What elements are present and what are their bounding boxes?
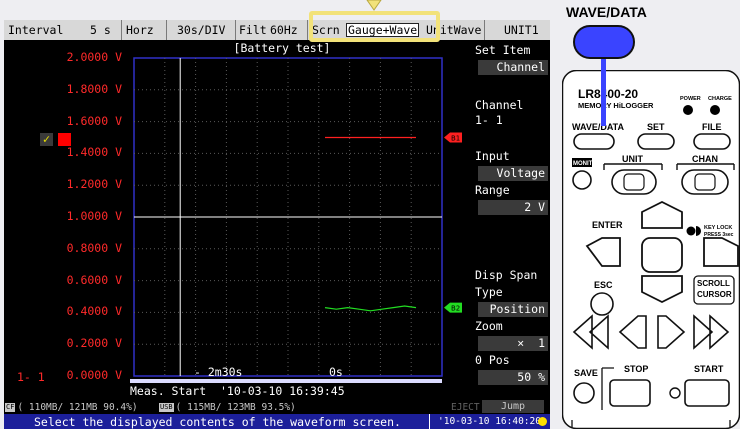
- enter-key[interactable]: [641, 237, 683, 273]
- time-scrollbar[interactable]: [130, 379, 442, 383]
- esc-key[interactable]: [590, 292, 614, 316]
- channel-marker-2: B2: [444, 302, 462, 313]
- zero-pos-value[interactable]: 50 %: [478, 370, 548, 385]
- disp-span-label: Disp Span: [475, 268, 538, 282]
- monit-key[interactable]: [572, 170, 592, 190]
- channel-color-swatch[interactable]: [58, 133, 71, 146]
- channel-value[interactable]: 1- 1: [475, 113, 503, 127]
- x-tick-label: 0s: [329, 365, 343, 379]
- marker-label: B1: [451, 135, 460, 143]
- help-footer: Select the displayed contents of the wav…: [4, 414, 550, 429]
- scroll-label: SCROLL: [697, 279, 730, 288]
- key-lock-label: KEY LOCK: [704, 225, 732, 231]
- range-value[interactable]: 2 V: [478, 200, 548, 215]
- unit-key-label: UNIT: [622, 154, 643, 164]
- start-key[interactable]: [684, 379, 730, 407]
- usb-icon: USB: [159, 403, 174, 412]
- usb-usage: ( 115MB/ 123MB 93.5%): [175, 402, 296, 413]
- model-name: LR8400-20: [578, 87, 638, 101]
- series-line-2: [324, 305, 417, 312]
- status-led-icon: [669, 387, 681, 399]
- enter-key-label: ENTER: [592, 220, 623, 230]
- set-key-label: SET: [647, 122, 665, 132]
- channel-id: 1- 1: [17, 370, 45, 384]
- logger-screen: Interval 5 s Horz 30s/DIV Filt 60Hz Scrn…: [4, 20, 550, 429]
- channel-enabled-checkbox[interactable]: ✓: [40, 133, 53, 146]
- type-value[interactable]: Position: [478, 302, 548, 317]
- settings-sidebar: Set Item Channel Channel 1- 1 Input Volt…: [470, 40, 550, 410]
- zoom-label: Zoom: [475, 319, 503, 333]
- power-led-icon: [683, 105, 693, 115]
- battery-icon: [538, 417, 547, 426]
- wave-data-key[interactable]: [573, 133, 615, 150]
- clock: '10-03-10 16:40:20: [438, 416, 541, 427]
- chart-title: [Battery test]: [233, 41, 331, 55]
- eject-label: EJECT: [451, 402, 480, 413]
- cf-card-icon: CF: [5, 403, 16, 412]
- type-label: Type: [475, 285, 503, 299]
- chan-key-label: CHAN: [692, 154, 718, 164]
- power-label: POWER: [680, 96, 701, 102]
- storage-status-bar: CF( 110MB/ 121MB 90.4%) USB( 115MB/ 123M…: [4, 400, 550, 414]
- stop-key[interactable]: [609, 379, 651, 407]
- channel-marker-1: B1: [444, 132, 462, 143]
- save-key[interactable]: [573, 382, 595, 404]
- zoom-value[interactable]: × 1: [478, 336, 548, 351]
- channel-label: Channel: [475, 98, 524, 112]
- instrument-front-panel: LR8400-20 MEMORY HiLOGGER POWER CHARGE W…: [562, 70, 740, 429]
- jump-button[interactable]: Jump: [482, 400, 544, 413]
- set-item-label: Set Item: [475, 43, 531, 57]
- wave-data-key-label: WAVE/DATA: [572, 122, 624, 132]
- input-label: Input: [475, 149, 510, 163]
- waveform-plot: B1 B2: [133, 57, 462, 377]
- wave-data-key-highlight[interactable]: [573, 25, 635, 59]
- help-message: Select the displayed contents of the wav…: [34, 415, 401, 429]
- zero-pos-label: 0 Pos: [475, 353, 510, 367]
- model-subtitle: MEMORY HiLOGGER: [578, 101, 654, 110]
- set-key[interactable]: [637, 133, 675, 150]
- wave-data-pointer: [601, 58, 606, 126]
- unit-arrows-icon: [623, 173, 645, 191]
- stop-key-label: STOP: [624, 364, 648, 374]
- cf-usage: ( 110MB/ 121MB 90.4%): [17, 402, 138, 413]
- set-item-value[interactable]: Channel: [478, 60, 548, 75]
- save-key-label: SAVE: [574, 368, 598, 378]
- measure-start-time: Meas. Start '10-03-10 16:39:45: [130, 384, 345, 398]
- start-key-label: START: [694, 364, 724, 374]
- marker-label: B2: [451, 305, 460, 313]
- input-value[interactable]: Voltage: [478, 166, 548, 181]
- esc-key-label: ESC: [594, 280, 613, 290]
- cursor-label: CURSOR: [697, 290, 732, 299]
- monit-label: MONIT: [573, 161, 593, 167]
- charge-label: CHARGE: [708, 96, 732, 102]
- x-tick-label: - 2m30s: [194, 365, 243, 379]
- wave-data-callout-label: WAVE/DATA: [566, 4, 647, 20]
- screen-setting-highlight: [309, 11, 440, 42]
- range-label: Range: [475, 183, 510, 197]
- charge-led-icon: [710, 105, 720, 115]
- file-key[interactable]: [693, 133, 731, 150]
- chan-arrows-icon: [694, 173, 716, 191]
- file-key-label: FILE: [702, 122, 722, 132]
